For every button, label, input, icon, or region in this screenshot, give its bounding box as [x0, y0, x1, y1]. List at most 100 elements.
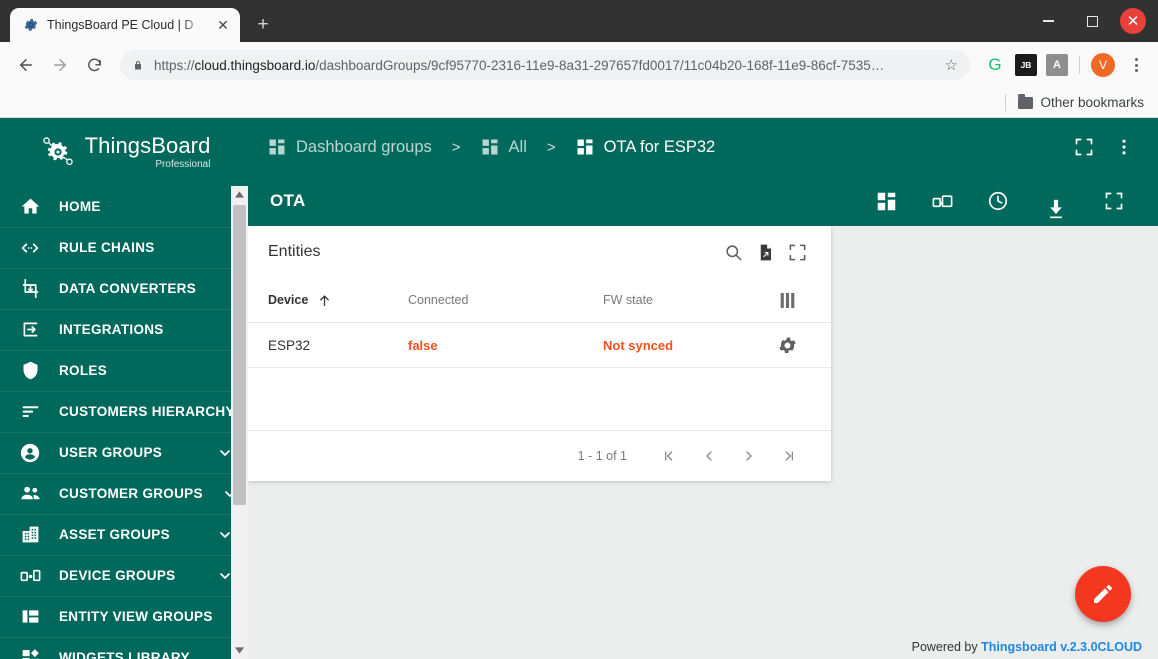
sidebar-item-asset-groups[interactable]: ASSET GROUPS: [0, 514, 248, 555]
building-icon: [18, 523, 42, 547]
dashboard-grid-icon: [269, 139, 285, 155]
toolbar-divider: [1079, 56, 1080, 74]
sidebar-item-integrations[interactable]: INTEGRATIONS: [0, 309, 248, 350]
sidebar-item-widgets-library[interactable]: WIDGETS LIBRARY: [0, 637, 248, 659]
gear-icon[interactable]: [761, 335, 813, 356]
next-page-icon[interactable]: [729, 436, 769, 476]
adblock-extension-icon[interactable]: A: [1046, 54, 1068, 76]
browser-window: ThingsBoard PE Cloud | D ✕ + ✕ https://c…: [0, 0, 1158, 659]
sidebar-item-user-groups[interactable]: USER GROUPS: [0, 432, 248, 473]
entity-view-icon: [18, 605, 42, 629]
thingsboard-logo-icon: [38, 134, 78, 170]
extension-icons: G JB A V: [980, 53, 1148, 77]
sidebar-item-label: DATA CONVERTERS: [59, 281, 197, 296]
app-logo[interactable]: ThingsBoard Professional: [0, 118, 248, 186]
back-icon[interactable]: [10, 49, 42, 81]
grammarly-extension-icon[interactable]: G: [984, 54, 1006, 76]
breadcrumb-label: OTA for ESP32: [603, 137, 716, 156]
table-column-device[interactable]: Device: [268, 293, 408, 308]
footer-link[interactable]: Thingsboard v.2.3.0CLOUD: [981, 640, 1142, 654]
browser-titlebar: ThingsBoard PE Cloud | D ✕ + ✕: [0, 0, 1158, 42]
customers-icon: [18, 482, 42, 506]
forward-icon[interactable]: [44, 49, 76, 81]
shield-icon: [18, 359, 42, 383]
table-row[interactable]: ESP32 false Not synced: [248, 323, 831, 368]
sidebar-item-device-groups[interactable]: DEVICE GROUPS: [0, 555, 248, 596]
breadcrumb-item-dashboard-groups[interactable]: Dashboard groups: [268, 138, 432, 157]
profile-avatar[interactable]: V: [1091, 53, 1115, 77]
sidebar-item-label: ENTITY VIEW GROUPS: [59, 609, 213, 624]
sidebar-item-customers-hierarchy[interactable]: CUSTOMERS HIERARCHY: [0, 391, 248, 432]
sidebar-item-label: RULE CHAINS: [59, 240, 155, 255]
reload-icon[interactable]: [78, 49, 110, 81]
maximize-icon[interactable]: [1070, 0, 1114, 42]
sidebar-item-data-converters[interactable]: DATA CONVERTERS: [0, 268, 248, 309]
header-fullscreen-button[interactable]: [1064, 127, 1104, 167]
table-header: Device Connected FW state: [248, 278, 831, 323]
breadcrumb-item-ota-for-esp32[interactable]: OTA for ESP32: [576, 137, 716, 157]
dashboard-fullscreen-icon[interactable]: [1086, 176, 1142, 226]
edit-dashboard-fab[interactable]: [1075, 566, 1131, 622]
main-content: Dashboard groups > All > OTA for ESP32 O…: [248, 118, 1158, 659]
scrollbar-thumb[interactable]: [233, 205, 246, 505]
address-bar[interactable]: https://cloud.thingsboard.io/dashboardGr…: [120, 50, 970, 80]
widgets-icon: [18, 646, 42, 659]
app-logo-text: ThingsBoard Professional: [84, 132, 211, 170]
timewindow-clock-icon[interactable]: [970, 176, 1026, 226]
sidebar-item-rule-chains[interactable]: RULE CHAINS: [0, 227, 248, 268]
dashboard-layout-icon[interactable]: [858, 176, 914, 226]
other-bookmarks-label: Other bookmarks: [1040, 95, 1144, 110]
scrollbar-track[interactable]: [231, 203, 248, 642]
app-logo-subtitle: Professional: [155, 158, 211, 170]
table-pagination: 1 - 1 of 1: [248, 431, 831, 481]
column-config-icon[interactable]: [761, 292, 813, 308]
prev-page-icon[interactable]: [689, 436, 729, 476]
scroll-down-icon[interactable]: [231, 642, 248, 659]
browser-toolbar: https://cloud.thingsboard.io/dashboardGr…: [0, 42, 1158, 88]
minimize-icon[interactable]: [1026, 0, 1070, 42]
download-icon[interactable]: [1026, 176, 1086, 226]
star-icon[interactable]: ☆: [945, 56, 958, 74]
entities-widget: Entities Device Connected FW state ESP32…: [248, 226, 831, 481]
sidebar-item-entity-view-groups[interactable]: ENTITY VIEW GROUPS: [0, 596, 248, 637]
jetbrains-extension-icon[interactable]: JB: [1015, 54, 1037, 76]
table-empty-space: [248, 368, 831, 431]
header-menu-button[interactable]: [1104, 127, 1144, 167]
last-page-icon[interactable]: [769, 436, 809, 476]
first-page-icon[interactable]: [649, 436, 689, 476]
sidebar-item-label: CUSTOMER GROUPS: [59, 486, 203, 501]
table-column-fw-state[interactable]: FW state: [603, 293, 761, 307]
widget-header: Entities: [248, 226, 831, 278]
search-icon[interactable]: [717, 236, 749, 268]
export-file-icon[interactable]: [749, 236, 781, 268]
breadcrumb-label: Dashboard groups: [296, 137, 432, 156]
dashboard-grid-icon: [577, 139, 593, 155]
new-tab-button[interactable]: +: [248, 10, 278, 40]
browser-tab-title: ThingsBoard PE Cloud | D: [47, 18, 194, 32]
browser-tab[interactable]: ThingsBoard PE Cloud | D ✕: [10, 8, 240, 42]
rule-chains-icon: [18, 236, 42, 260]
sidebar-item-label: ASSET GROUPS: [59, 527, 170, 542]
browser-menu-icon[interactable]: [1124, 58, 1148, 72]
table-column-connected[interactable]: Connected: [408, 293, 603, 307]
widget-fullscreen-icon[interactable]: [781, 236, 813, 268]
sidebar-item-roles[interactable]: ROLES: [0, 350, 248, 391]
cell-connected: false: [408, 337, 438, 353]
device-state-icon[interactable]: [914, 176, 970, 226]
breadcrumb-separator: >: [546, 138, 556, 156]
integrations-icon: [18, 318, 42, 342]
cell-device: ESP32: [268, 337, 311, 353]
app-logo-title: ThingsBoard: [84, 132, 211, 158]
scroll-up-icon[interactable]: [231, 186, 248, 203]
footer-prefix: Powered by: [911, 640, 982, 654]
sidebar-menu: HOME RULE CHAINS DATA CONVERTERS INTEGRA…: [0, 186, 248, 659]
sidebar-item-home[interactable]: HOME: [0, 186, 248, 227]
sidebar-scrollbar[interactable]: [231, 186, 248, 659]
other-bookmarks-button[interactable]: Other bookmarks: [1018, 93, 1144, 110]
tab-close-icon[interactable]: ✕: [214, 16, 232, 34]
breadcrumb-item-all[interactable]: All: [481, 138, 527, 157]
sidebar-item-customer-groups[interactable]: CUSTOMER GROUPS: [0, 473, 248, 514]
user-icon: [18, 441, 42, 465]
sidebar-item-label: WIDGETS LIBRARY: [59, 650, 190, 659]
window-close-button[interactable]: ✕: [1114, 0, 1158, 42]
